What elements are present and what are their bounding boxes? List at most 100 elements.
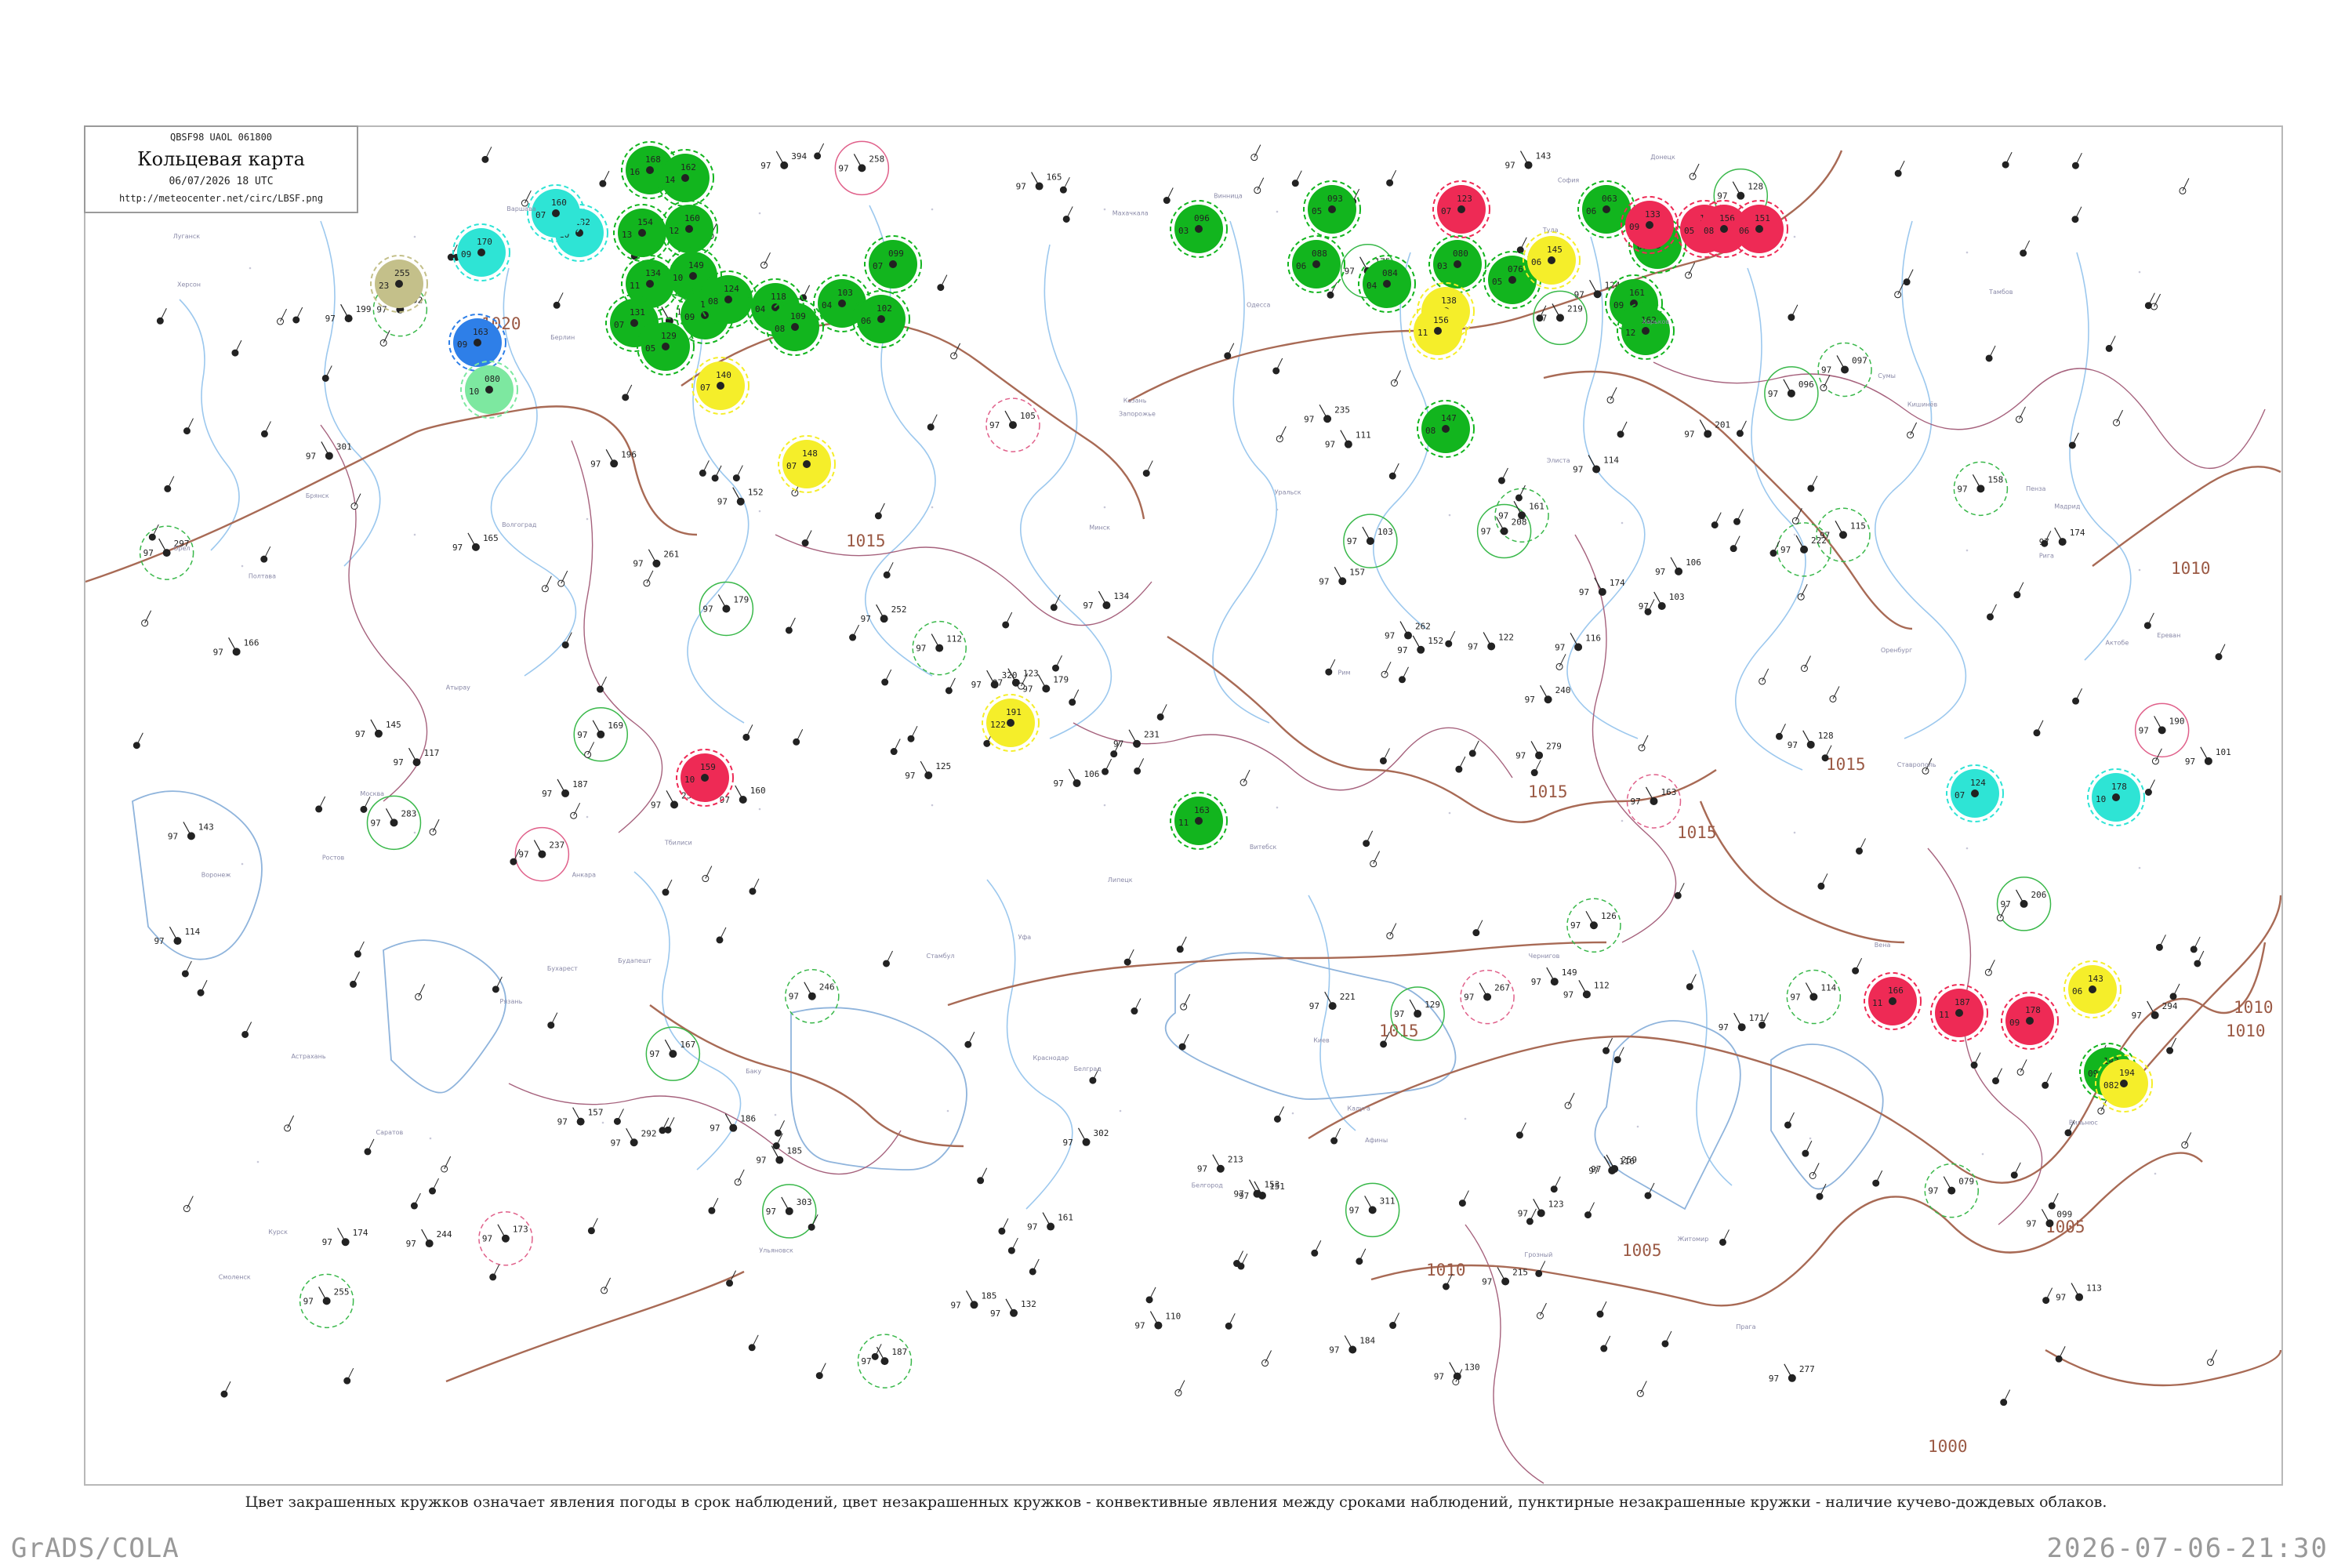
- wind-barb: [1236, 1250, 1243, 1264]
- station-pressure: 199: [356, 304, 372, 314]
- station-temp: 06: [1739, 226, 1749, 236]
- wind-barb: [1823, 375, 1831, 388]
- wind-barb: [340, 303, 350, 319]
- station-visibility: 97: [1481, 527, 1491, 537]
- station-visibility: 97: [756, 1156, 766, 1166]
- station-pressure: 303: [797, 1197, 812, 1207]
- station-dot: [646, 280, 654, 288]
- station-visibility: 97: [542, 789, 552, 799]
- station-temp: 082: [2103, 1080, 2119, 1091]
- station-pressure: 114: [1603, 455, 1619, 465]
- station-pressure: 124: [724, 284, 739, 294]
- wind-barb: [1835, 520, 1844, 535]
- station-temp: 11: [630, 281, 640, 291]
- wind-barb: [1037, 674, 1047, 689]
- station-visibility: 97: [1304, 414, 1314, 424]
- station-dot: [1602, 205, 1610, 213]
- station-visibility: 97: [1573, 464, 1583, 474]
- station-name: Мадрид: [2054, 503, 2081, 510]
- map-source-url[interactable]: http://meteocenter.net/circ/LBSF.png: [85, 193, 357, 204]
- wind-barb: [965, 1290, 975, 1305]
- station-pressure: 294: [2162, 1001, 2178, 1011]
- station-visibility: 97: [590, 459, 601, 469]
- station-pressure: 161: [1629, 288, 1645, 298]
- station-dot: [1686, 983, 1693, 991]
- wind-barb: [2019, 406, 2026, 420]
- wind-barb: [752, 878, 760, 892]
- wind-barb: [1783, 379, 1792, 394]
- station-name: Ереван: [2157, 632, 2180, 639]
- wind-barb: [296, 307, 303, 321]
- station-visibility: 97: [1434, 1372, 1444, 1382]
- station-pressure: 215: [1512, 1267, 1528, 1277]
- station-dot: [2112, 793, 2120, 801]
- wind-barb: [186, 1196, 194, 1209]
- station-visibility: 97: [710, 1123, 720, 1134]
- wind-barb: [1077, 1127, 1087, 1143]
- station-pressure: 106: [1084, 769, 1100, 779]
- wind-barb: [245, 1022, 252, 1035]
- station-dot: [181, 970, 189, 978]
- station-dot: [552, 209, 560, 217]
- wind-barb: [2071, 1283, 2080, 1298]
- station-dot: [1971, 789, 1979, 797]
- wind-barb: [1802, 730, 1812, 746]
- wind-barb: [876, 1346, 885, 1362]
- wind-barb: [1402, 666, 1409, 680]
- station-pressure: 267: [1494, 983, 1510, 993]
- station-pressure: 130: [1465, 1363, 1480, 1373]
- wind-barb: [605, 448, 615, 464]
- station-visibility: 97: [861, 614, 871, 624]
- wind-barb: [432, 1178, 439, 1192]
- station-name: Уфа: [1018, 934, 1032, 941]
- wind-barb: [1620, 421, 1628, 435]
- wind-barb: [1344, 1335, 1353, 1350]
- isobar-label: 1005: [1622, 1241, 1662, 1260]
- wind-barb: [1382, 748, 1390, 761]
- wind-barb: [1319, 404, 1328, 419]
- station-name: Оренбург: [1881, 647, 1912, 654]
- wind-barb: [2054, 527, 2063, 543]
- station-pressure: 190: [2169, 716, 2185, 726]
- station-name: Вена: [1875, 942, 1891, 949]
- station-pressure: 162: [681, 162, 696, 172]
- station-dot: [662, 343, 670, 350]
- station-visibility: 97: [1525, 695, 1535, 705]
- station-dot: [1955, 1009, 1963, 1017]
- station-name: Краснодар: [1033, 1054, 1069, 1062]
- station-visibility: 97: [1579, 587, 1589, 597]
- station-visibility: 97: [1083, 601, 1093, 611]
- station-pressure: 117: [424, 748, 440, 758]
- station-visibility: 97: [1768, 389, 1778, 399]
- station-visibility: 97: [1054, 779, 1064, 789]
- wind-barb: [363, 797, 371, 810]
- station-pressure: 259: [1621, 1155, 1637, 1165]
- station-name: Винница: [1214, 192, 1243, 199]
- station-dot: [1195, 225, 1203, 233]
- wind-barb: [2154, 748, 2162, 762]
- wind-barb: [796, 729, 804, 742]
- station-dot: [881, 678, 889, 686]
- wind-barb: [557, 779, 566, 794]
- timestamp: 2026-07-06-21:30: [2046, 1533, 2328, 1564]
- wind-barb: [2036, 720, 2044, 734]
- station-pressure: 145: [386, 720, 401, 730]
- station-visibility: 97: [482, 1234, 492, 1244]
- wind-barb: [1105, 758, 1112, 772]
- wind-barb: [2020, 1059, 2027, 1073]
- station-visibility: 97: [1197, 1164, 1207, 1174]
- wind-barb: [347, 1367, 354, 1381]
- station-temp: 03: [1437, 261, 1447, 271]
- station-pressure: 169: [608, 720, 623, 731]
- station-dot: [889, 260, 897, 268]
- station-pressure: 143: [1536, 151, 1552, 162]
- wind-barb: [1384, 661, 1392, 675]
- station-name: Липецк: [1108, 877, 1133, 884]
- station-dot: [1674, 891, 1682, 899]
- station-dot: [877, 315, 885, 323]
- station-name: Орел: [173, 545, 190, 552]
- station-dot: [1328, 205, 1336, 213]
- station-pressure: 143: [2088, 974, 2103, 984]
- station-pressure: 237: [549, 840, 564, 851]
- wind-barb: [1314, 1240, 1322, 1254]
